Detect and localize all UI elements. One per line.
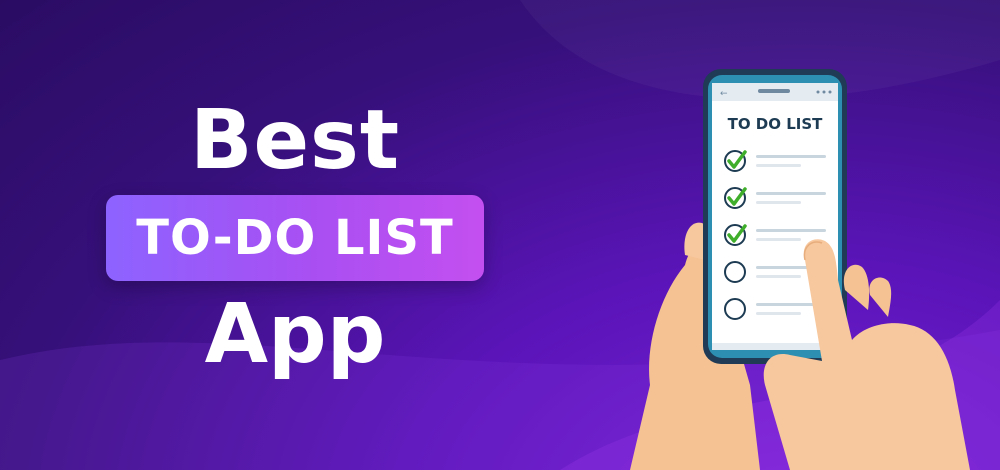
headline-app: App	[204, 287, 386, 382]
highlight-text: TO-DO LIST	[136, 210, 454, 266]
todo-text-line	[756, 164, 801, 167]
headline-best: Best	[189, 93, 401, 188]
todo-text-line	[756, 201, 801, 204]
phone-illustration: ← TO DO LIST	[630, 69, 970, 470]
todo-text-line	[756, 192, 826, 195]
todo-list-title: TO DO LIST	[728, 115, 824, 133]
back-arrow-icon: ←	[720, 89, 728, 99]
todo-text-line	[756, 229, 826, 232]
speaker-icon	[758, 89, 790, 93]
todo-text-line	[756, 275, 801, 278]
highlight-pill: TO-DO LIST	[106, 195, 484, 281]
todo-text-line	[756, 155, 826, 158]
todo-text-line	[756, 238, 801, 241]
menu-dots-icon	[816, 90, 820, 94]
headline: Best TO-DO LIST App	[80, 95, 510, 381]
todo-text-line	[756, 312, 801, 315]
